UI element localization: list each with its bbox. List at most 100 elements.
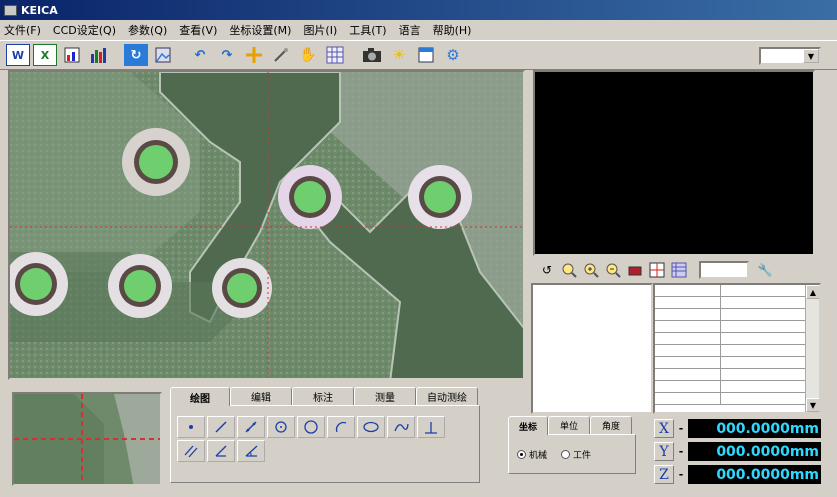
menu-language[interactable]: 语言 — [399, 22, 421, 38]
radio-machine[interactable]: 机械 — [517, 448, 547, 461]
table-row — [655, 321, 819, 333]
tab-edit[interactable]: 编辑 — [230, 387, 292, 405]
tab-unit[interactable]: 单位 — [548, 416, 590, 434]
point-tool-icon[interactable] — [177, 416, 205, 438]
y-axis-button[interactable]: Y — [654, 442, 674, 461]
table-row — [655, 333, 819, 345]
perpendicular-tool-icon[interactable] — [417, 416, 445, 438]
zoom-toolbar: ↺ 🔧 — [533, 258, 815, 282]
radio-workpiece[interactable]: 工件 — [561, 448, 591, 461]
grid-icon[interactable] — [323, 44, 347, 66]
circle-center-icon[interactable] — [267, 416, 295, 438]
table-row — [655, 393, 819, 405]
y-dash: - — [678, 445, 684, 458]
toolbar-dropdown[interactable]: ▼ — [759, 47, 821, 65]
table-row — [655, 381, 819, 393]
table-row — [655, 345, 819, 357]
radio-workpiece-dot[interactable] — [561, 449, 571, 459]
tab-annotate[interactable]: 标注 — [292, 387, 354, 405]
menu-bar: 文件(F) CCD设定(Q) 参数(Q) 查看(V) 坐标设置(M) 图片(I)… — [0, 20, 837, 40]
table-row — [655, 285, 819, 297]
zoom-in-icon[interactable] — [581, 260, 601, 280]
tab-angle[interactable]: 角度 — [590, 416, 632, 434]
settings-icon[interactable]: ⚙ — [441, 44, 465, 66]
word-icon[interactable]: W — [6, 44, 30, 66]
vertical-scrollbar[interactable]: ▲ ▼ — [805, 285, 819, 412]
table-row — [655, 357, 819, 369]
table-row — [655, 309, 819, 321]
rotate-icon[interactable]: ↻ — [124, 44, 148, 66]
coord-tab-strip: 坐标 单位 角度 — [508, 416, 636, 435]
tab-measure[interactable]: 测量 — [354, 387, 416, 405]
menu-ccd[interactable]: CCD设定(Q) — [53, 22, 116, 38]
layout-icon[interactable] — [647, 260, 667, 280]
multi-point-line-icon[interactable] — [237, 416, 265, 438]
tab-auto-measure[interactable]: 自动测绘 — [416, 387, 478, 405]
menu-help[interactable]: 帮助(H) — [433, 22, 472, 38]
draw-tabs-panel: 绘图 编辑 标注 测量 自动测绘 — [170, 387, 480, 487]
zoom-fit-icon[interactable] — [559, 260, 579, 280]
refresh-icon[interactable]: ↺ — [537, 260, 557, 280]
x-value: 000.0000mm — [688, 419, 821, 438]
scroll-up-icon[interactable]: ▲ — [806, 285, 819, 299]
excel-icon[interactable]: X — [33, 44, 57, 66]
camera-view[interactable] — [8, 70, 525, 380]
image-icon[interactable] — [151, 44, 175, 66]
chart-icon[interactable] — [87, 44, 111, 66]
title-bar: KEICA — [0, 0, 837, 20]
window-title: KEICA — [21, 3, 58, 17]
curve-tool-icon[interactable] — [387, 416, 415, 438]
tab-draw[interactable]: 绘图 — [170, 387, 230, 406]
parallel-line-icon[interactable] — [177, 440, 205, 462]
camera-icon[interactable] — [360, 44, 384, 66]
table-icon[interactable] — [669, 260, 689, 280]
ellipse-tool-icon[interactable] — [357, 416, 385, 438]
z-readout-row: Z - 000.0000mm — [654, 464, 821, 485]
z-axis-button[interactable]: Z — [654, 465, 674, 484]
table-row — [655, 369, 819, 381]
radio-workpiece-label: 工件 — [573, 450, 592, 461]
undo-icon[interactable]: ↶ — [188, 44, 212, 66]
result-list[interactable] — [531, 283, 653, 414]
radio-machine-dot[interactable] — [517, 449, 526, 459]
probe-icon[interactable] — [269, 44, 293, 66]
draw-tab-body — [170, 405, 480, 483]
result-grid[interactable]: ▲ ▼ — [653, 283, 821, 414]
menu-image[interactable]: 图片(I) — [303, 22, 337, 38]
y-readout-row: Y - 000.0000mm — [654, 441, 821, 462]
menu-view[interactable]: 查看(V) — [179, 22, 217, 38]
bisector-line-icon[interactable] — [207, 440, 235, 462]
zoom-out-icon[interactable] — [603, 260, 623, 280]
menu-file[interactable]: 文件(F) — [4, 22, 41, 38]
secondary-view[interactable] — [533, 70, 815, 256]
x-axis-button[interactable]: X — [654, 419, 674, 438]
thumbnail-navigator[interactable] — [12, 392, 162, 486]
line-tool-icon[interactable] — [207, 416, 235, 438]
crosshair-icon[interactable] — [242, 44, 266, 66]
hand-icon[interactable]: ✋ — [296, 44, 320, 66]
window-icon[interactable] — [414, 44, 438, 66]
xyz-readout: X - 000.0000mm Y - 000.0000mm Z - 000.00… — [654, 418, 821, 487]
pcb-image — [10, 72, 523, 378]
wrench-icon[interactable]: 🔧 — [755, 260, 775, 280]
chevron-down-icon[interactable]: ▼ — [803, 49, 819, 63]
y-value: 000.0000mm — [688, 442, 821, 461]
menu-coord-settings[interactable]: 坐标设置(M) — [229, 22, 291, 38]
tab-coordinate[interactable]: 坐标 — [508, 416, 548, 435]
light-icon[interactable]: ☀ — [387, 44, 411, 66]
main-toolbar: W X ↻ ↶ ↷ ✋ ☀ ⚙ ▼ — [0, 40, 837, 70]
circle-tool-icon[interactable] — [297, 416, 325, 438]
scroll-down-icon[interactable]: ▼ — [806, 398, 819, 412]
z-dash: - — [678, 468, 684, 481]
zoom-input[interactable] — [699, 261, 749, 279]
angle-tool-icon[interactable] — [237, 440, 265, 462]
x-dash: - — [678, 422, 684, 435]
menu-tools[interactable]: 工具(T) — [349, 22, 386, 38]
menu-params[interactable]: 参数(Q) — [128, 22, 167, 38]
report-icon[interactable] — [60, 44, 84, 66]
redo-icon[interactable]: ↷ — [215, 44, 239, 66]
draw-tab-strip: 绘图 编辑 标注 测量 自动测绘 — [170, 387, 480, 406]
arc-tool-icon[interactable] — [327, 416, 355, 438]
x-readout-row: X - 000.0000mm — [654, 418, 821, 439]
eraser-icon[interactable] — [625, 260, 645, 280]
